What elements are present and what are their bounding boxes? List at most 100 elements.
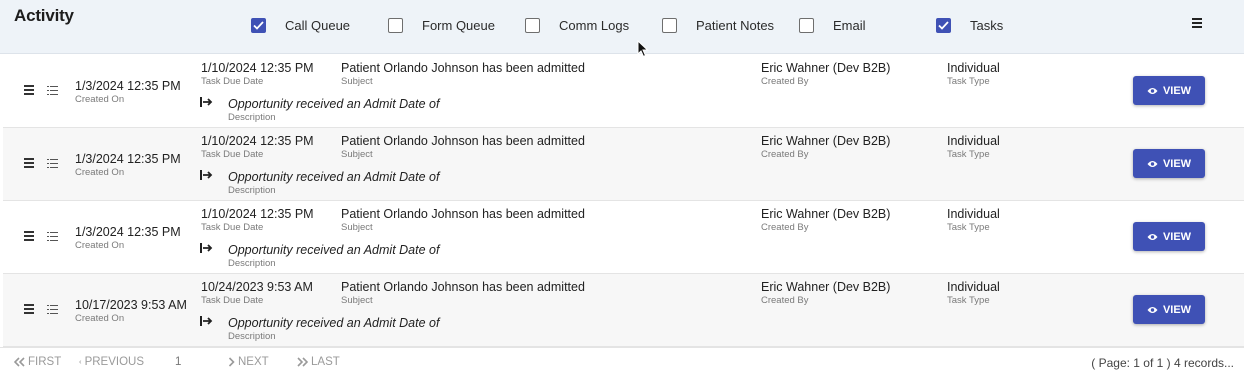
description-value: Opportunity received an Admit Date of [228,243,440,257]
checklist-icon[interactable] [47,232,58,241]
table-row: 1/3/2024 12:35 PM Created On 1/10/2024 1… [3,128,1244,201]
arrow-right-to-bar-icon [200,97,213,107]
subject-label: Subject [341,76,373,87]
pagination-bar: FIRST PREVIOUS 1 NEXT LAST ( Page: 1 of … [0,347,1244,376]
due-date-label: Task Due Date [201,149,264,160]
table-row: 1/3/2024 12:35 PM Created On 1/10/2024 1… [3,55,1244,128]
view-button-label: VIEW [1162,157,1192,170]
filter-comm-logs[interactable]: Comm Logs [525,16,629,34]
description-value: Opportunity received an Admit Date of [228,316,440,330]
filter-tasks[interactable]: Tasks [936,16,1003,34]
description-label: Description [228,331,276,342]
task-type-label: Task Type [947,222,990,233]
check-icon [253,20,264,30]
subject-value: Patient Orlando Johnson has been admitte… [341,207,585,221]
next-page-button[interactable]: NEXT [228,356,269,368]
created-on-label: Created On [75,313,125,324]
form-queue-checkbox[interactable] [388,17,403,33]
page-info: ( Page: 1 of 1 ) 4 records... [1091,356,1234,370]
table-row: 1/3/2024 12:35 PM Created On 1/10/2024 1… [3,201,1244,274]
eye-icon [1147,306,1158,313]
created-by-value: Eric Wahner (Dev B2B) [761,207,891,221]
created-by-label: Created By [761,149,809,160]
filter-email[interactable]: Email [799,16,866,34]
created-by-value: Eric Wahner (Dev B2B) [761,280,891,294]
task-type-value: Individual [947,134,1000,148]
subject-value: Patient Orlando Johnson has been admitte… [341,134,585,148]
chevron-right-icon [228,357,235,367]
created-by-value: Eric Wahner (Dev B2B) [761,61,891,75]
checklist-icon[interactable] [47,86,58,95]
created-by-label: Created By [761,222,809,233]
last-page-label: LAST [311,356,340,368]
double-chevron-left-icon [14,357,25,367]
created-on-label: Created On [75,167,125,178]
chevron-left-icon [79,360,82,364]
next-page-label: NEXT [238,356,269,368]
created-by-label: Created By [761,76,809,87]
view-button[interactable]: VIEW [1133,76,1205,105]
due-date-value: 1/10/2024 12:35 PM [201,207,314,221]
subject-label: Subject [341,149,373,160]
row-menu-icon[interactable] [24,304,36,314]
last-page-button[interactable]: LAST [297,356,340,368]
task-type-value: Individual [947,207,1000,221]
task-type-value: Individual [947,61,1000,75]
hamburger-icon[interactable] [1192,18,1204,28]
due-date-label: Task Due Date [201,295,264,306]
created-by-label: Created By [761,295,809,306]
page-number[interactable]: 1 [175,356,181,368]
patient-notes-label: Patient Notes [696,17,775,33]
created-on-value: 10/17/2023 9:53 AM [75,298,187,312]
email-label: Email [833,17,866,33]
patient-notes-checkbox[interactable] [662,17,677,33]
filter-call-queue[interactable]: Call Queue [251,16,350,34]
row-menu-icon[interactable] [24,158,36,168]
row-menu-icon[interactable] [24,231,36,241]
subject-label: Subject [341,295,373,306]
created-on-label: Created On [75,240,125,251]
page-title: Activity [14,6,74,25]
due-date-value: 10/24/2023 9:53 AM [201,280,313,294]
eye-icon [1147,87,1158,94]
email-checkbox[interactable] [799,17,814,33]
created-by-value: Eric Wahner (Dev B2B) [761,134,891,148]
checklist-icon[interactable] [47,305,58,314]
created-on-value: 1/3/2024 12:35 PM [75,225,181,239]
checklist-icon[interactable] [47,159,58,168]
view-button-label: VIEW [1162,84,1192,97]
form-queue-label: Form Queue [422,17,495,33]
previous-page-button[interactable]: PREVIOUS [79,356,144,368]
eye-icon [1147,233,1158,240]
description-label: Description [228,258,276,269]
filter-form-queue[interactable]: Form Queue [388,16,495,34]
task-type-label: Task Type [947,295,990,306]
row-menu-icon[interactable] [24,85,36,95]
eye-icon [1147,160,1158,167]
filter-patient-notes[interactable]: Patient Notes [662,16,774,34]
task-type-label: Task Type [947,149,990,160]
view-button-label: VIEW [1162,230,1192,243]
view-button[interactable]: VIEW [1133,149,1205,178]
created-on-value: 1/3/2024 12:35 PM [75,152,181,166]
first-page-button[interactable]: FIRST [14,356,61,368]
double-chevron-right-icon [297,357,308,367]
view-button[interactable]: VIEW [1133,295,1205,324]
view-button[interactable]: VIEW [1133,222,1205,251]
call-queue-checkbox[interactable] [251,17,266,33]
comm-logs-checkbox[interactable] [525,17,540,33]
subject-label: Subject [341,222,373,233]
created-on-value: 1/3/2024 12:35 PM [75,79,181,93]
description-label: Description [228,185,276,196]
activity-list: 1/3/2024 12:35 PM Created On 1/10/2024 1… [3,55,1244,347]
tasks-label: Tasks [970,17,1004,33]
arrow-right-to-bar-icon [200,316,213,326]
tasks-checkbox[interactable] [936,17,951,33]
comm-logs-label: Comm Logs [559,17,630,33]
table-row: 10/17/2023 9:53 AM Created On 10/24/2023… [3,274,1244,347]
subject-value: Patient Orlando Johnson has been admitte… [341,61,585,75]
activity-header: Activity Call Queue Form Queue Comm Logs… [0,0,1244,54]
task-type-label: Task Type [947,76,990,87]
description-label: Description [228,112,276,123]
due-date-label: Task Due Date [201,76,264,87]
